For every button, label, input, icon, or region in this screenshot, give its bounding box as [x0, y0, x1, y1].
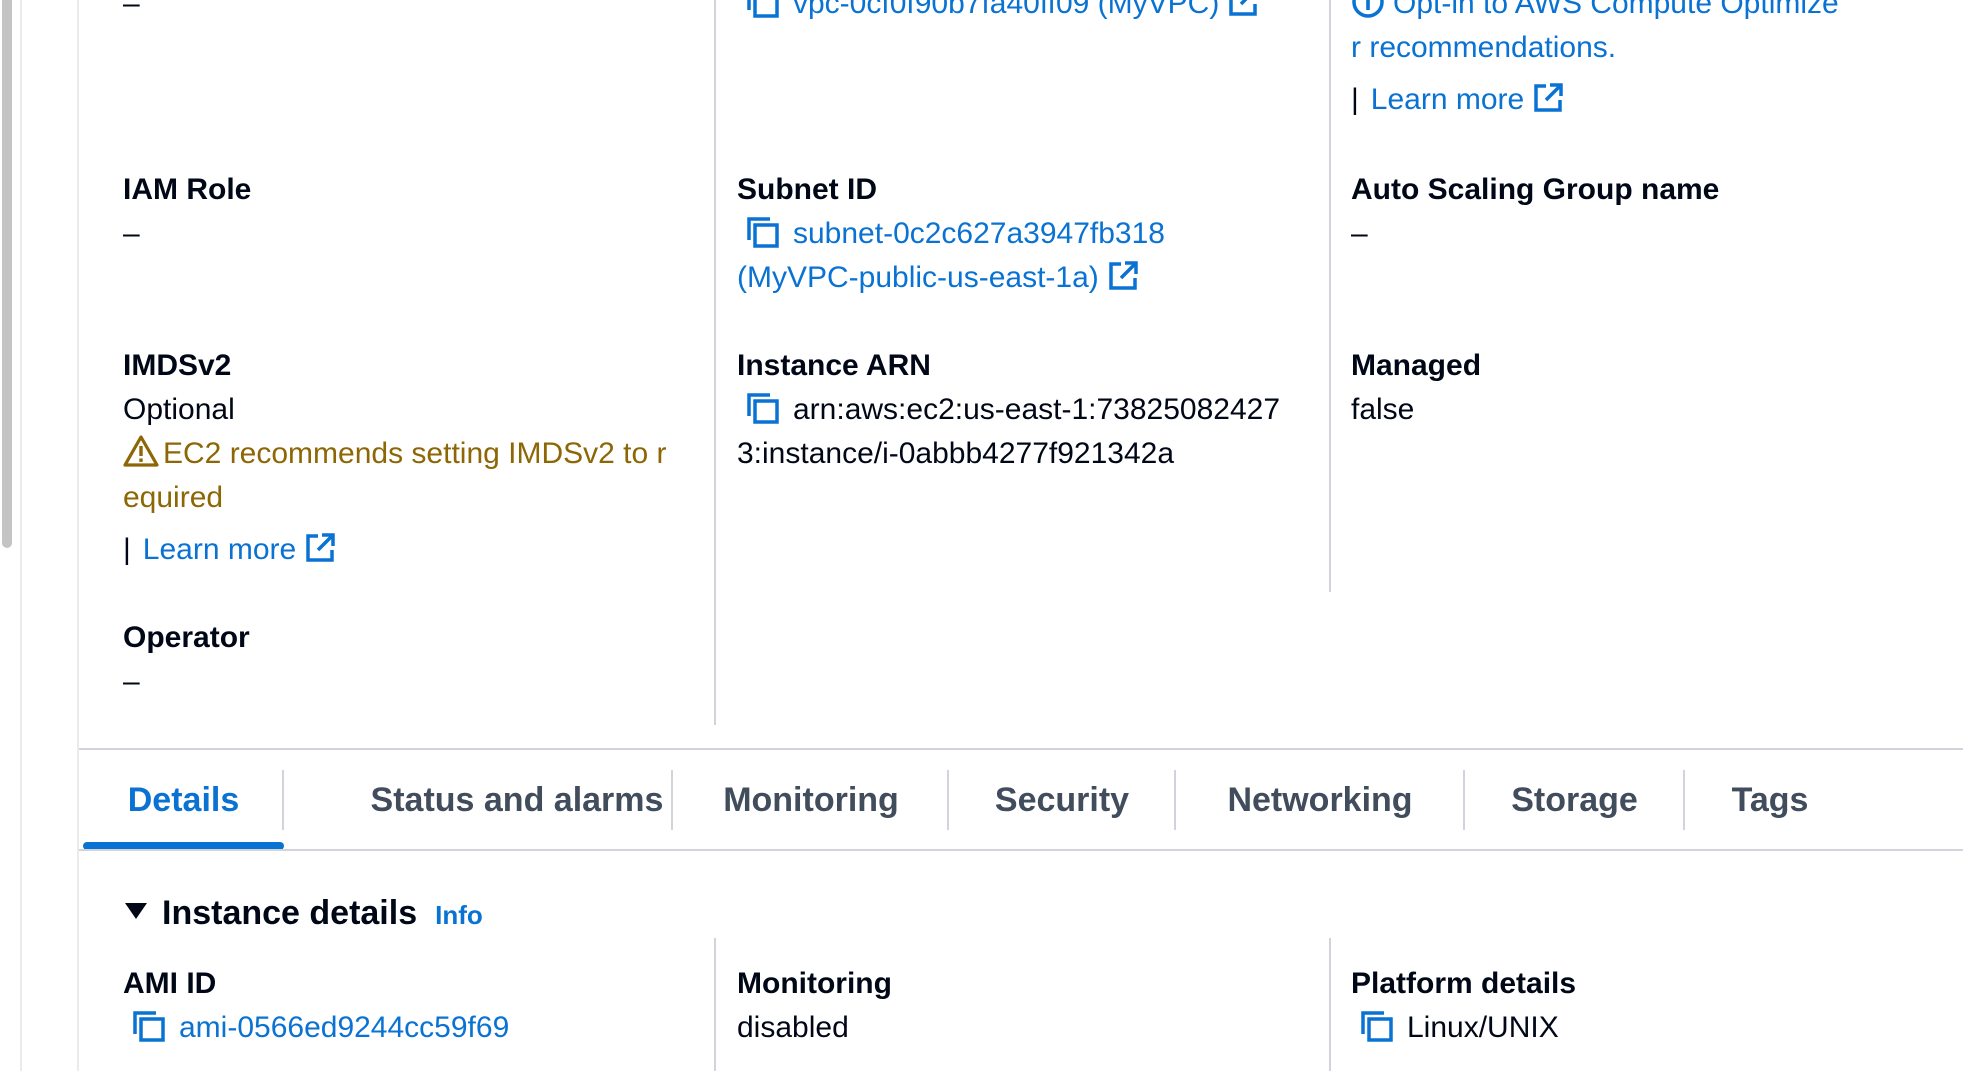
- asg-name-value: –: [1351, 217, 1368, 250]
- copy-icon[interactable]: [131, 1009, 167, 1043]
- column-divider: [1329, 938, 1331, 1071]
- copy-icon[interactable]: [1359, 1009, 1395, 1043]
- tab-networking[interactable]: Networking: [1176, 770, 1464, 830]
- tab-security[interactable]: Security: [949, 770, 1175, 830]
- monitoring-label: Monitoring: [737, 967, 892, 1000]
- managed-value: false: [1351, 393, 1415, 426]
- side-divider: [20, 0, 22, 1071]
- column-divider: [714, 0, 716, 725]
- asg-name-label: Auto Scaling Group name: [1351, 173, 1720, 206]
- compute-optimizer-optin: Opt-in to AWS Compute Optimize r recomme…: [1351, 0, 1961, 122]
- imdsv2-label: IMDSv2: [123, 349, 232, 382]
- page-scrollbar[interactable]: [0, 0, 14, 1071]
- tab-monitoring[interactable]: Monitoring: [673, 770, 949, 830]
- imdsv2-warning-line1: EC2 recommends setting IMDSv2 to r: [163, 437, 667, 470]
- copy-icon[interactable]: [745, 215, 781, 249]
- top-col1-value: –: [123, 0, 140, 20]
- copy-icon[interactable]: [745, 0, 781, 19]
- operator-value: –: [123, 665, 140, 698]
- platform-details-field: Platform details Linux/UNIX: [1351, 962, 1576, 1050]
- ami-id-label: AMI ID: [123, 967, 217, 1000]
- optin-link-line1[interactable]: Opt-in to AWS Compute Optimize: [1393, 0, 1839, 20]
- imdsv2-field: IMDSv2 Optional EC2 recommends setting I…: [123, 344, 693, 572]
- info-link[interactable]: Info: [435, 900, 483, 930]
- ami-id-link[interactable]: ami-0566ed9244cc59f69: [179, 1011, 509, 1044]
- subnet-id-field: Subnet ID subnet-0c2c627a3947fb318 (MyVP…: [737, 168, 1165, 300]
- platform-details-value: Linux/UNIX: [1407, 1011, 1559, 1044]
- imdsv2-learn-more-link[interactable]: Learn more: [143, 533, 296, 566]
- copy-icon[interactable]: [745, 391, 781, 425]
- external-link-icon[interactable]: [1107, 260, 1139, 292]
- iam-role-value: –: [123, 217, 140, 250]
- imdsv2-warning-line2: equired: [123, 481, 224, 514]
- instance-arn-value-line2: 3:instance/i-0abbb4277f921342a: [737, 437, 1175, 470]
- tabs-bottom-border: [79, 849, 1963, 851]
- vpc-id-value: vpc-0cf0f90b7fa40ff09 (MyVPC): [745, 0, 1259, 26]
- separator: |: [123, 533, 131, 566]
- monitoring-field: Monitoring disabled: [737, 962, 892, 1050]
- warning-icon: [123, 434, 159, 468]
- instance-arn-label: Instance ARN: [737, 349, 931, 382]
- tab-storage[interactable]: Storage: [1465, 770, 1684, 830]
- subnet-id-link-line1[interactable]: subnet-0c2c627a3947fb318: [793, 217, 1165, 250]
- instance-arn-value-line1: arn:aws:ec2:us-east-1:73825082427: [793, 393, 1281, 426]
- instance-details-header[interactable]: Instance details Info: [124, 888, 483, 940]
- operator-field: Operator –: [123, 616, 250, 704]
- scrollbar-thumb[interactable]: [2, 0, 12, 548]
- optin-link-line2[interactable]: r recommendations.: [1351, 26, 1961, 70]
- vpc-id-link[interactable]: vpc-0cf0f90b7fa40ff09 (MyVPC): [793, 0, 1219, 20]
- external-link-icon[interactable]: [304, 532, 336, 564]
- managed-label: Managed: [1351, 349, 1482, 382]
- info-circle-icon: [1351, 0, 1385, 19]
- external-link-icon[interactable]: [1532, 82, 1564, 114]
- instance-arn-field: Instance ARN arn:aws:ec2:us-east-1:73825…: [737, 344, 1317, 476]
- tabs-top-border: [79, 748, 1963, 750]
- tab-details[interactable]: Details: [83, 770, 284, 830]
- platform-details-label: Platform details: [1351, 967, 1577, 1000]
- external-link-icon[interactable]: [1227, 0, 1259, 18]
- column-divider: [714, 938, 716, 1071]
- monitoring-value: disabled: [737, 1011, 849, 1044]
- subnet-id-link-line2[interactable]: (MyVPC-public-us-east-1a): [737, 261, 1099, 294]
- operator-label: Operator: [123, 621, 250, 654]
- column-divider: [1329, 0, 1331, 592]
- ami-id-field: AMI ID ami-0566ed9244cc59f69: [123, 962, 509, 1050]
- tab-tags[interactable]: Tags: [1685, 770, 1855, 830]
- subnet-id-label: Subnet ID: [737, 173, 877, 206]
- instance-details-title: Instance details: [162, 894, 418, 932]
- iam-role-field: IAM Role –: [123, 168, 251, 256]
- managed-field: Managed false: [1351, 344, 1481, 432]
- iam-role-label: IAM Role: [123, 173, 252, 206]
- learn-more-link[interactable]: Learn more: [1371, 83, 1524, 116]
- imdsv2-value: Optional: [123, 393, 235, 426]
- asg-name-field: Auto Scaling Group name –: [1351, 168, 1719, 256]
- instance-summary-panel: – vpc-0cf0f90b7fa40ff09 (MyVPC) Opt-in t…: [77, 0, 1963, 1071]
- separator: |: [1351, 83, 1359, 116]
- caret-down-icon[interactable]: [124, 885, 148, 919]
